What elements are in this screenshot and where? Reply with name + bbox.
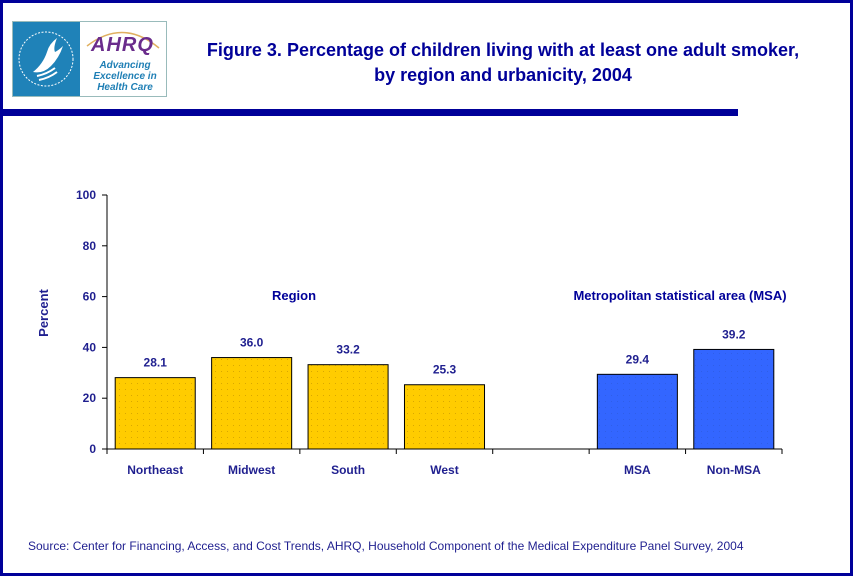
y-axis-title: Percent bbox=[36, 288, 51, 336]
y-tick-label: 80 bbox=[83, 239, 97, 253]
x-tick-label: Non-MSA bbox=[707, 463, 761, 477]
bar-msa[interactable] bbox=[596, 373, 678, 450]
data-label: 33.2 bbox=[336, 343, 360, 357]
x-axis bbox=[106, 448, 783, 454]
y-axis: 0 20 40 60 80 100 bbox=[76, 188, 108, 456]
bars: 28.1 Northeast 36.0 Midwest 33.2 South 25.3 Wes… bbox=[114, 327, 775, 477]
data-label: 29.4 bbox=[626, 352, 650, 366]
y-tick-label: 20 bbox=[83, 391, 97, 405]
bar-chart: 0 20 40 60 80 100 28.1 Northeast 36.0 Midwest 33.… bbox=[36, 188, 787, 477]
x-tick-label: Midwest bbox=[228, 463, 275, 477]
bar-non-msa[interactable] bbox=[693, 348, 775, 450]
data-label: 25.3 bbox=[433, 363, 457, 377]
y-tick-label: 60 bbox=[83, 290, 97, 304]
data-label: 28.1 bbox=[144, 356, 168, 370]
x-tick-label: MSA bbox=[624, 463, 651, 477]
figure-frame: AHRQ Advancing Excellence in Health Care… bbox=[0, 0, 853, 576]
y-tick-label: 40 bbox=[83, 340, 97, 354]
data-label: 36.0 bbox=[240, 336, 264, 350]
data-label: 39.2 bbox=[722, 327, 746, 341]
group-label-region: Region bbox=[272, 288, 316, 303]
group-label-msa: Metropolitan statistical area (MSA) bbox=[573, 288, 786, 303]
bar-midwest[interactable] bbox=[211, 357, 293, 450]
bar-south[interactable] bbox=[307, 364, 389, 450]
x-tick-label: West bbox=[430, 463, 458, 477]
x-tick-label: Northeast bbox=[127, 463, 183, 477]
bar-northeast[interactable] bbox=[114, 377, 196, 450]
y-tick-label: 0 bbox=[89, 442, 96, 456]
y-tick-label: 100 bbox=[76, 188, 96, 202]
source-note: Source: Center for Financing, Access, an… bbox=[28, 539, 744, 553]
bar-west[interactable] bbox=[403, 384, 486, 450]
x-tick-label: South bbox=[331, 463, 365, 477]
